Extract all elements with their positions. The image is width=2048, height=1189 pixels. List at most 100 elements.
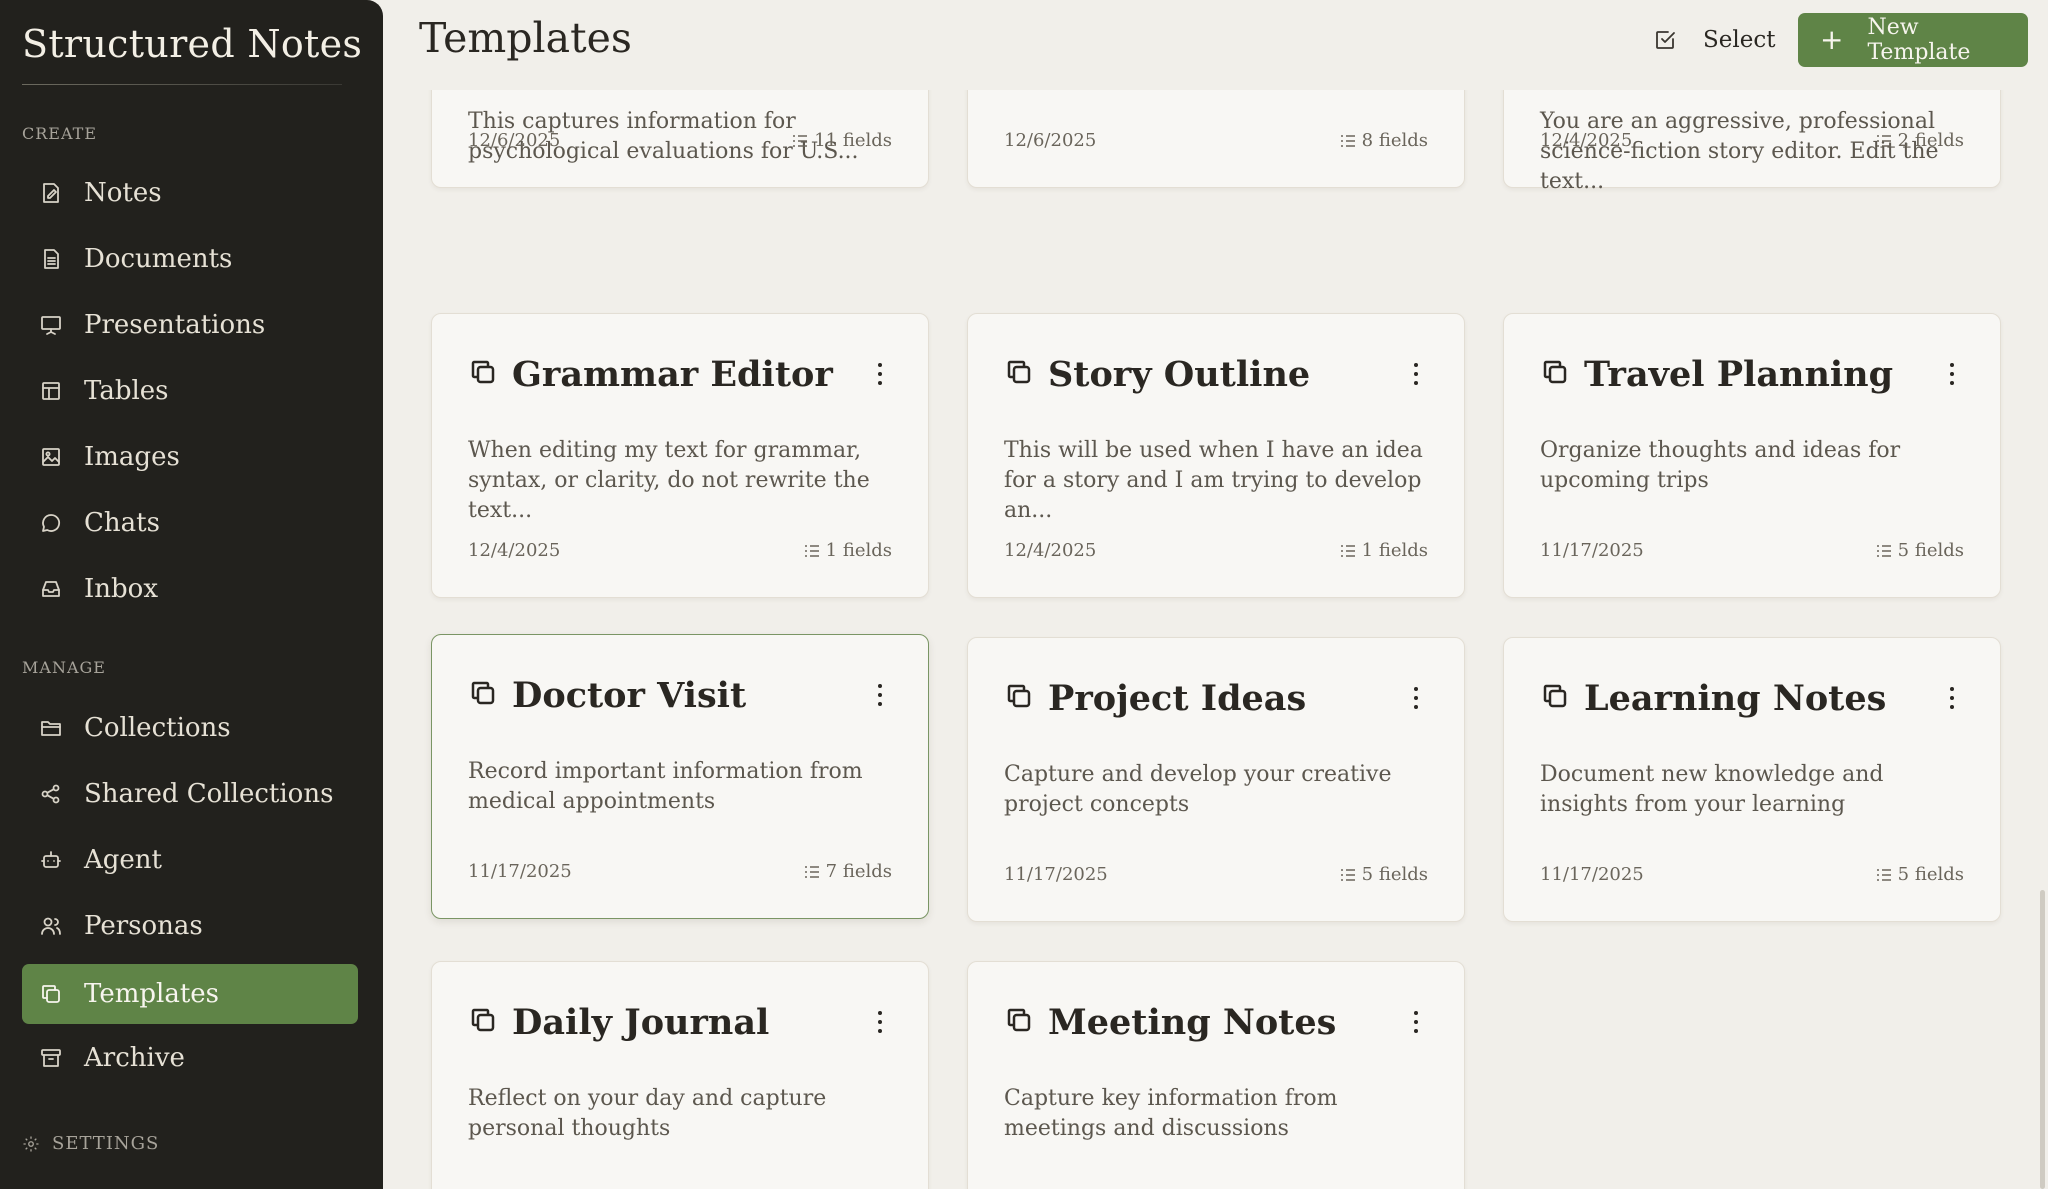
sidebar-item-shared-collections[interactable]: Shared Collections <box>22 764 358 824</box>
copy-icon <box>1004 681 1034 715</box>
settings-link[interactable]: SETTINGS <box>22 1133 159 1154</box>
new-template-button[interactable]: + New Template <box>1798 13 2028 67</box>
more-options-icon[interactable] <box>868 1004 892 1040</box>
copy-icon <box>468 357 498 391</box>
card-field-count: 5 fields <box>1340 864 1428 885</box>
section-label-create: CREATE <box>22 124 97 143</box>
sidebar-item-collections[interactable]: Collections <box>22 698 358 758</box>
sidebar-item-inbox[interactable]: Inbox <box>22 559 358 619</box>
card-footer: 12/4/2025 1 fields <box>468 540 892 561</box>
card-footer: 12/6/2025 11 fields <box>468 130 892 151</box>
card-date: 12/4/2025 <box>1540 130 1633 151</box>
card-date: 12/6/2025 <box>1004 130 1097 151</box>
sidebar-item-label: Agent <box>84 845 162 875</box>
more-options-icon[interactable] <box>1404 1004 1428 1040</box>
card-date: 12/4/2025 <box>1004 540 1097 561</box>
chat-icon <box>38 510 64 536</box>
card-header: Project Ideas <box>1004 674 1428 722</box>
image-icon <box>38 444 64 470</box>
archive-icon <box>38 1045 64 1071</box>
card-fields-label: 5 fields <box>1361 864 1428 885</box>
template-card-meeting-notes[interactable]: Meeting Notes Capture key information fr… <box>967 961 1465 1189</box>
card-description: When editing my text for grammar, syntax… <box>468 438 870 523</box>
card-date: 12/6/2025 <box>468 130 561 151</box>
sidebar-item-label: Personas <box>84 911 203 941</box>
template-card-doctor-visit[interactable]: Doctor Visit Record important informatio… <box>431 634 929 919</box>
card-title: Story Outline <box>1048 353 1311 395</box>
card-fields-label: 11 fields <box>814 130 892 151</box>
list-icon <box>1876 134 1891 147</box>
sidebar-item-chats[interactable]: Chats <box>22 493 358 553</box>
list-icon <box>1876 544 1891 557</box>
sidebar-item-label: Documents <box>84 244 233 274</box>
more-options-icon[interactable] <box>1940 356 1964 392</box>
card-title: Doctor Visit <box>512 674 747 716</box>
share-icon <box>38 781 64 807</box>
sidebar-item-images[interactable]: Images <box>22 427 358 487</box>
sidebar-item-documents[interactable]: Documents <box>22 229 358 289</box>
card-header: Meeting Notes <box>1004 998 1428 1046</box>
template-card-daily-journal[interactable]: Daily Journal Reflect on your day and ca… <box>431 961 929 1189</box>
card-date: 11/17/2025 <box>1540 864 1644 885</box>
list-icon <box>804 865 819 878</box>
copy-icon <box>1004 357 1034 391</box>
card-title: Meeting Notes <box>1048 1001 1337 1043</box>
template-card-project-ideas[interactable]: Project Ideas Capture and develop your c… <box>967 637 1465 922</box>
card-title: Daily Journal <box>512 1001 770 1043</box>
list-icon <box>804 544 819 557</box>
note-icon <box>38 180 64 206</box>
folder-icon <box>38 715 64 741</box>
card-field-count: 7 fields <box>804 861 892 882</box>
card-fields-label: 5 fields <box>1897 864 1964 885</box>
card-field-count: 11 fields <box>792 130 892 151</box>
card-date: 11/17/2025 <box>1540 540 1644 561</box>
list-icon <box>1340 134 1355 147</box>
more-options-icon[interactable] <box>868 677 892 713</box>
sidebar-item-label: Archive <box>84 1043 185 1073</box>
template-card-grammar-editor[interactable]: Grammar Editor When editing my text for … <box>431 313 929 598</box>
sidebar-item-label: Tables <box>84 376 169 406</box>
more-options-icon[interactable] <box>1404 356 1428 392</box>
template-card-story-outline[interactable]: Story Outline This will be used when I h… <box>967 313 1465 598</box>
sidebar-item-notes[interactable]: Notes <box>22 163 358 223</box>
sidebar: Structured Notes CREATE Notes Documents … <box>0 0 383 1189</box>
inbox-icon <box>38 576 64 602</box>
more-options-icon[interactable] <box>868 356 892 392</box>
card-header: Story Outline <box>1004 350 1428 398</box>
card-description: Record important information from medica… <box>468 759 863 814</box>
template-card-travel-planning[interactable]: Travel Planning Organize thoughts and id… <box>1503 313 2001 598</box>
section-label-manage: MANAGE <box>22 658 106 677</box>
sidebar-item-templates[interactable]: Templates <box>22 964 358 1024</box>
sidebar-item-tables[interactable]: Tables <box>22 361 358 421</box>
card-date: 11/17/2025 <box>1004 864 1108 885</box>
card-field-count: 5 fields <box>1876 864 1964 885</box>
card-field-count: 8 fields <box>1340 130 1428 151</box>
sidebar-item-presentations[interactable]: Presentations <box>22 295 358 355</box>
table-icon <box>38 378 64 404</box>
card-footer: 12/4/2025 1 fields <box>1004 540 1428 561</box>
card-footer: 12/6/2025 8 fields <box>1004 130 1428 151</box>
more-options-icon[interactable] <box>1940 680 1964 716</box>
card-fields-label: 8 fields <box>1361 130 1428 151</box>
template-card-learning-notes[interactable]: Learning Notes Document new knowledge an… <box>1503 637 2001 922</box>
sidebar-item-personas[interactable]: Personas <box>22 896 358 956</box>
sidebar-item-label: Shared Collections <box>84 779 334 809</box>
sidebar-item-archive[interactable]: Archive <box>22 1028 358 1088</box>
card-description: You are an aggressive, professional scie… <box>1540 109 1939 194</box>
card-field-count: 5 fields <box>1876 540 1964 561</box>
sidebar-item-agent[interactable]: Agent <box>22 830 358 890</box>
scrollbar[interactable] <box>2040 890 2045 1189</box>
card-title: Grammar Editor <box>512 353 833 395</box>
list-icon <box>1340 544 1355 557</box>
card-footer: 11/17/2025 5 fields <box>1540 540 1964 561</box>
gear-icon <box>23 1136 39 1151</box>
card-footer: 12/4/2025 2 fields <box>1540 130 1964 151</box>
list-icon <box>1340 868 1355 881</box>
card-description: Document new knowledge and insights from… <box>1540 762 1884 817</box>
card-description: Organize thoughts and ideas for upcoming… <box>1540 438 1901 493</box>
more-options-icon[interactable] <box>1404 680 1428 716</box>
select-button[interactable]: Select <box>1653 14 1775 66</box>
select-label: Select <box>1703 27 1776 53</box>
sidebar-item-label: Chats <box>84 508 160 538</box>
card-field-count: 2 fields <box>1876 130 1964 151</box>
